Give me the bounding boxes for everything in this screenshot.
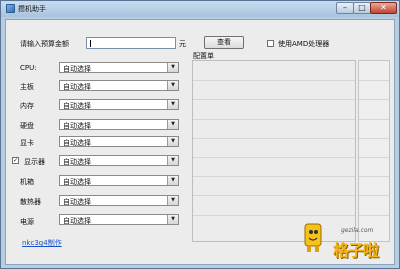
config-row-divider [193,80,355,81]
component-select-memory[interactable]: 自动选择 ▼ [59,99,179,110]
select-value: 自动选择 [63,178,91,186]
price-row-divider [359,176,389,177]
chevron-down-icon: ▼ [167,137,178,146]
component-label: 内存 [20,102,34,110]
config-row-divider [193,119,355,120]
component-select-cpu[interactable]: 自动选择 ▼ [59,62,179,73]
component-select-monitor[interactable]: 自动选择 ▼ [59,155,179,166]
amd-checkbox[interactable] [267,40,274,47]
check-icon: ✓ [13,157,19,164]
select-value: 自动选择 [63,198,91,206]
author-link[interactable]: nkc3g4制作 [22,238,62,248]
window-title: 攒机助手 [18,5,46,13]
price-row-divider [359,157,389,158]
component-select-disk[interactable]: 自动选择 ▼ [59,119,179,130]
price-row-divider [359,99,389,100]
watermark-brand: 格子啦 [333,241,379,260]
monitor-checkbox[interactable]: ✓ [12,157,19,164]
component-select-motherboard[interactable]: 自动选择 ▼ [59,80,179,91]
component-label: 电源 [20,218,34,226]
watermark-site: gezila.com [341,227,374,234]
app-icon [6,4,15,13]
chevron-down-icon: ▼ [167,100,178,109]
price-row-divider [359,119,389,120]
maximize-button[interactable]: □ [353,2,371,14]
config-row-divider [193,176,355,177]
amd-label: 使用AMD处理器 [278,40,330,48]
budget-input[interactable] [86,37,176,49]
app-window: 攒机助手 – □ ✕ 请输入预算金额 元 查看 使用AMD处理器 CPU: 自动… [0,0,400,269]
component-label: 显卡 [20,139,34,147]
component-label: CPU: [20,64,37,72]
price-row-divider [359,195,389,196]
budget-label: 请输入预算金额 [20,40,69,48]
config-row-divider [193,157,355,158]
chevron-down-icon: ▼ [167,196,178,205]
select-value: 自动选择 [63,65,91,73]
chevron-down-icon: ▼ [167,120,178,129]
select-value: 自动选择 [63,139,91,147]
chevron-down-icon: ▼ [167,63,178,72]
config-row-divider [193,195,355,196]
select-value: 自动选择 [63,83,91,91]
config-row-divider [193,215,355,216]
component-label: 散热器 [20,198,41,206]
chevron-down-icon: ▼ [167,156,178,165]
chevron-down-icon: ▼ [167,176,178,185]
title-bar[interactable]: 攒机助手 – □ ✕ [1,1,399,17]
component-select-cooler[interactable]: 自动选择 ▼ [59,195,179,206]
component-label: 硬盘 [20,122,34,130]
component-select-gpu[interactable]: 自动选择 ▼ [59,136,179,147]
component-select-case[interactable]: 自动选择 ▼ [59,175,179,186]
close-button[interactable]: ✕ [370,2,397,14]
select-value: 自动选择 [63,102,91,110]
select-value: 自动选择 [63,217,91,225]
currency-unit: 元 [179,40,186,48]
text-caret [90,40,91,47]
mascot-logo [304,223,322,252]
chevron-down-icon: ▼ [167,81,178,90]
price-row-divider [359,80,389,81]
price-row-divider [359,138,389,139]
component-label: 机箱 [20,178,34,186]
config-list[interactable] [192,60,356,242]
select-value: 自动选择 [63,158,91,166]
chevron-down-icon: ▼ [167,215,178,224]
component-select-psu[interactable]: 自动选择 ▼ [59,214,179,225]
price-row-divider [359,215,389,216]
price-column[interactable] [358,60,390,242]
component-label: 主板 [20,83,34,91]
query-button[interactable]: 查看 [204,36,244,49]
minimize-button[interactable]: – [336,2,354,14]
component-label: 显示器 [24,158,45,166]
config-row-divider [193,99,355,100]
config-row-divider [193,138,355,139]
select-value: 自动选择 [63,122,91,130]
client-area: 请输入预算金额 元 查看 使用AMD处理器 CPU: 自动选择 ▼ 主板 自动选… [5,19,395,265]
